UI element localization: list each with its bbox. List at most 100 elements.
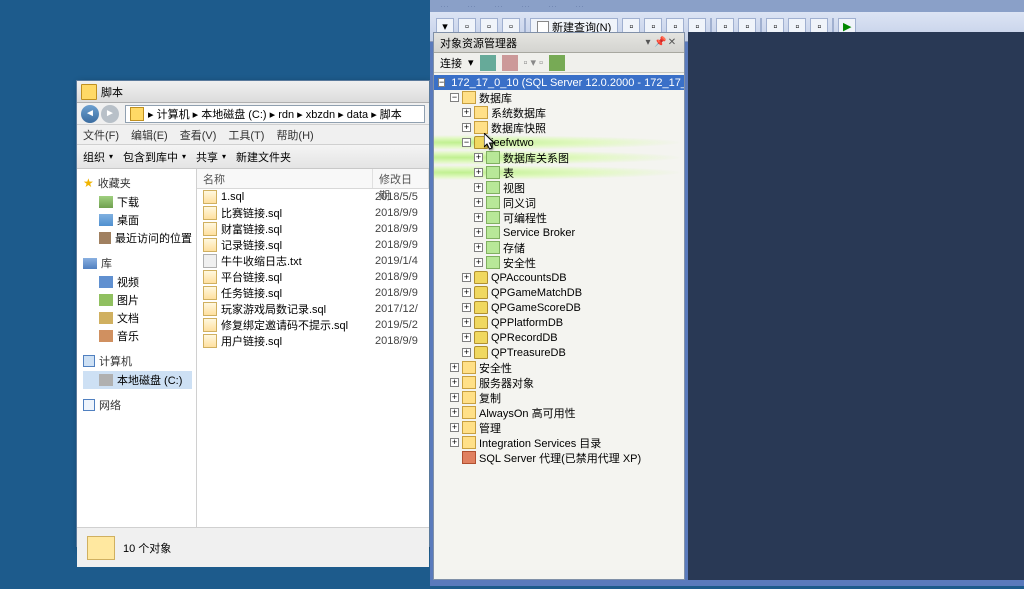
tree-management[interactable]: +管理 [434, 420, 684, 435]
tree-db-item[interactable]: +QPPlatformDB [434, 315, 684, 330]
file-name: 1.sql [221, 191, 244, 203]
database-icon [474, 136, 488, 149]
menu-file[interactable]: 文件(F) [83, 127, 119, 143]
tree-isc[interactable]: +Integration Services 目录 [434, 435, 684, 450]
share-button[interactable]: 共享 [196, 149, 226, 165]
database-icon [474, 286, 488, 299]
tree-server-objects[interactable]: +服务器对象 [434, 375, 684, 390]
tree-sql-agent[interactable]: SQL Server 代理(已禁用代理 XP) [434, 450, 684, 465]
sidebar-drive-c[interactable]: 本地磁盘 (C:) [83, 371, 192, 389]
file-date: 2018/9/9 [373, 239, 429, 251]
explorer-titlebar[interactable]: 脚本 [77, 81, 429, 103]
tree-service-broker[interactable]: +Service Broker [434, 225, 684, 240]
database-icon [474, 301, 488, 314]
file-row[interactable]: 财富链接.sql2018/9/9 [197, 221, 429, 237]
tree-sysdb[interactable]: +系统数据库 [434, 105, 684, 120]
file-row[interactable]: 任务链接.sql2018/9/9 [197, 285, 429, 301]
sidebar-videos[interactable]: 视频 [83, 273, 192, 291]
file-icon [203, 270, 217, 284]
sidebar-favorites[interactable]: ★收藏夹 [83, 175, 192, 191]
tree-db-security[interactable]: +安全性 [434, 255, 684, 270]
tree-programmability[interactable]: +可编程性 [434, 210, 684, 225]
toolbar-icon[interactable] [502, 55, 518, 71]
col-date[interactable]: 修改日期 [373, 169, 429, 188]
tree-replication[interactable]: +复制 [434, 390, 684, 405]
nav-forward-button[interactable]: ► [101, 105, 119, 123]
tree-db-item[interactable]: +QPGameMatchDB [434, 285, 684, 300]
file-icon [203, 238, 217, 252]
tree-snapshots[interactable]: +数据库快照 [434, 120, 684, 135]
object-explorer-toolbar: 连接▾ ▫ ▾ ▫ [434, 53, 684, 73]
file-list-header: 名称 修改日期 [197, 169, 429, 189]
file-row[interactable]: 修复绑定邀请码不提示.sql2019/5/2 [197, 317, 429, 333]
tree-diagrams[interactable]: +数据库关系图 [434, 150, 684, 165]
file-row[interactable]: 用户链接.sql2018/9/9 [197, 333, 429, 349]
sidebar-music[interactable]: 音乐 [83, 327, 192, 345]
connect-button[interactable]: 连接 [440, 55, 462, 71]
file-row[interactable]: 玩家游戏局数记录.sql2017/12/ [197, 301, 429, 317]
include-button[interactable]: 包含到库中 [123, 149, 186, 165]
folder-icon [486, 151, 500, 164]
file-icon [203, 334, 217, 348]
sidebar-network[interactable]: 网络 [83, 397, 192, 413]
tree-synonyms[interactable]: +同义词 [434, 195, 684, 210]
file-row[interactable]: 1.sql 2018/5/5 [197, 189, 429, 205]
sidebar-recent[interactable]: 最近访问的位置 [83, 229, 192, 247]
file-row[interactable]: 记录链接.sql2018/9/9 [197, 237, 429, 253]
organize-button[interactable]: 组织 [83, 149, 113, 165]
tree-tables[interactable]: +表 [434, 165, 684, 180]
folder-icon [486, 226, 500, 239]
col-name[interactable]: 名称 [197, 169, 373, 188]
dropdown-icon[interactable]: ▾ [642, 37, 654, 49]
file-date: 2018/9/9 [373, 271, 429, 283]
music-icon [99, 330, 113, 342]
sidebar-computer[interactable]: 计算机 [83, 353, 192, 369]
breadcrumb[interactable]: ▸ 计算机 ▸ 本地磁盘 (C:) ▸ rdn ▸ xbzdn ▸ data ▸… [125, 105, 425, 123]
file-name: 平台链接.sql [221, 269, 282, 285]
sidebar-libraries[interactable]: 库 [83, 255, 192, 271]
tree-views[interactable]: +视图 [434, 180, 684, 195]
menu-view[interactable]: 查看(V) [180, 127, 217, 143]
menu-edit[interactable]: 编辑(E) [131, 127, 168, 143]
new-folder-button[interactable]: 新建文件夹 [236, 149, 291, 165]
tree-db-jeefwtwo[interactable]: −jeefwtwo [434, 135, 684, 150]
file-date: 2019/1/4 [373, 255, 429, 267]
close-icon[interactable]: ✕ [666, 37, 678, 49]
folder-icon [462, 376, 476, 389]
tree-databases[interactable]: −数据库 [434, 90, 684, 105]
database-icon [474, 346, 488, 359]
menu-help[interactable]: 帮助(H) [276, 127, 313, 143]
sidebar-desktop[interactable]: 桌面 [83, 211, 192, 229]
sidebar-documents[interactable]: 文档 [83, 309, 192, 327]
tree-storage[interactable]: +存储 [434, 240, 684, 255]
tree-db-item[interactable]: +QPTreasureDB [434, 345, 684, 360]
file-date: 2019/5/2 [373, 319, 429, 331]
file-date: 2018/5/5 [373, 191, 429, 203]
tree-security[interactable]: +安全性 [434, 360, 684, 375]
file-row[interactable]: 牛牛收缩日志.txt2019/1/4 [197, 253, 429, 269]
new-query-icon [537, 21, 549, 33]
folder-icon [87, 536, 115, 560]
recent-icon [99, 232, 111, 244]
menu-tools[interactable]: 工具(T) [228, 127, 264, 143]
sidebar-pictures[interactable]: 图片 [83, 291, 192, 309]
video-icon [99, 276, 113, 288]
folder-icon [462, 421, 476, 434]
folder-icon [462, 406, 476, 419]
sidebar-downloads[interactable]: 下载 [83, 193, 192, 211]
tree-db-item[interactable]: +QPRecordDB [434, 330, 684, 345]
file-icon [203, 302, 217, 316]
refresh-icon[interactable] [549, 55, 565, 71]
toolbar-icon[interactable] [480, 55, 496, 71]
tree-db-item[interactable]: +QPGameScoreDB [434, 300, 684, 315]
tree-db-item[interactable]: +QPAccountsDB [434, 270, 684, 285]
tree-alwayson[interactable]: +AlwaysOn 高可用性 [434, 405, 684, 420]
nav-back-button[interactable]: ◄ [81, 105, 99, 123]
file-row[interactable]: 平台链接.sql 2018/9/9 [197, 269, 429, 285]
ssms-menubar: ·················· [430, 0, 1024, 12]
pin-icon[interactable]: 📌 [654, 37, 666, 49]
file-row[interactable]: 比赛链接.sql2018/9/9 [197, 205, 429, 221]
tree-server[interactable]: −172_17_0_10 (SQL Server 12.0.2000 - 172… [434, 75, 684, 90]
window-title: 脚本 [101, 84, 123, 100]
file-icon [203, 190, 217, 204]
